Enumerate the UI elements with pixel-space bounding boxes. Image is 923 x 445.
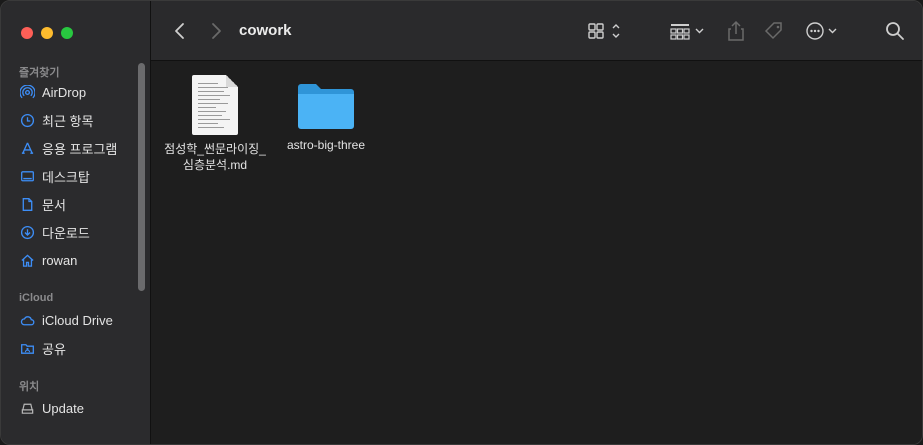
- back-button[interactable]: [171, 19, 189, 43]
- sidebar-item-icloud-drive[interactable]: iCloud Drive: [19, 309, 139, 331]
- tag-button[interactable]: [762, 19, 786, 43]
- home-icon: [19, 252, 35, 268]
- airdrop-icon: [19, 84, 35, 100]
- file-name: astro-big-three: [271, 137, 381, 153]
- file-browser-content[interactable]: 점성학_썬문라이징_ 심층분석.md astro-big-three: [151, 61, 922, 444]
- icloud-header: iCloud: [19, 292, 54, 304]
- sidebar-item-shared[interactable]: 공유: [19, 337, 139, 359]
- disk-icon: [19, 400, 35, 416]
- sidebar-item-label: 다운로드: [42, 225, 90, 241]
- search-icon: [886, 22, 904, 40]
- sidebar-scrollbar[interactable]: [138, 63, 145, 291]
- shared-folder-icon: [19, 340, 35, 356]
- group-icon: [670, 24, 704, 40]
- sidebar: 즐겨찾기 AirDrop 최근 항목 응용 프로그램 데스크탑 문서 다운로드 …: [1, 1, 151, 444]
- zoom-button[interactable]: [61, 27, 73, 39]
- file-item-folder[interactable]: astro-big-three: [271, 79, 381, 153]
- sidebar-item-applications[interactable]: 응용 프로그램: [19, 137, 139, 159]
- chevron-left-icon: [175, 23, 184, 39]
- file-item-markdown[interactable]: 점성학_썬문라이징_ 심층분석.md: [160, 75, 270, 173]
- applications-icon: [19, 140, 35, 156]
- group-button[interactable]: [669, 19, 707, 43]
- favorites-header: 즐겨찾기: [19, 67, 60, 79]
- toolbar: cowork: [151, 1, 922, 61]
- share-button[interactable]: [725, 19, 747, 43]
- sidebar-item-recents[interactable]: 최근 항목: [19, 109, 139, 131]
- grid-view-icon: [588, 23, 620, 39]
- file-name: 점성학_썬문라이징_ 심층분석.md: [160, 141, 270, 173]
- window-controls: [21, 27, 73, 39]
- file-name-line: 심층분석.md: [182, 158, 248, 172]
- sidebar-item-label: 응용 프로그램: [42, 141, 118, 157]
- sidebar-item-home[interactable]: rowan: [19, 249, 139, 271]
- sidebar-item-label: 공유: [42, 341, 66, 357]
- close-button[interactable]: [21, 27, 33, 39]
- chevron-right-icon: [212, 23, 221, 39]
- search-button[interactable]: [884, 19, 906, 43]
- desktop-icon: [19, 168, 35, 184]
- sidebar-item-label: 문서: [42, 197, 66, 213]
- window-title: cowork: [239, 22, 292, 39]
- sidebar-item-downloads[interactable]: 다운로드: [19, 221, 139, 243]
- folder-icon: [296, 79, 356, 131]
- sidebar-item-label: 최근 항목: [42, 113, 94, 129]
- sidebar-item-desktop[interactable]: 데스크탑: [19, 165, 139, 187]
- locations-header: 위치: [19, 381, 40, 393]
- sidebar-item-label: rowan: [42, 252, 78, 268]
- minimize-button[interactable]: [41, 27, 53, 39]
- actions-button[interactable]: [805, 19, 843, 43]
- cloud-icon: [19, 312, 35, 328]
- sidebar-item-label: 데스크탑: [42, 169, 90, 185]
- more-icon: [806, 22, 837, 40]
- markdown-document-icon: [192, 75, 238, 135]
- tag-icon: [764, 22, 782, 40]
- sidebar-item-label: AirDrop: [42, 84, 87, 100]
- download-icon: [19, 224, 35, 240]
- file-name-line: 점성학_썬문라이징_: [164, 142, 266, 156]
- file-name-line: astro-big-three: [286, 138, 366, 152]
- sidebar-item-documents[interactable]: 문서: [19, 193, 139, 215]
- sidebar-item-label: iCloud Drive: [42, 312, 113, 328]
- finder-window: 즐겨찾기 AirDrop 최근 항목 응용 프로그램 데스크탑 문서 다운로드 …: [0, 0, 923, 445]
- view-mode-button[interactable]: [587, 19, 625, 43]
- share-icon: [728, 20, 744, 41]
- forward-button[interactable]: [207, 19, 225, 43]
- sidebar-item-update[interactable]: Update: [19, 397, 139, 419]
- document-icon: [19, 196, 35, 212]
- sidebar-item-label: Update: [42, 400, 84, 416]
- clock-icon: [19, 112, 35, 128]
- sidebar-item-airdrop[interactable]: AirDrop: [19, 81, 139, 103]
